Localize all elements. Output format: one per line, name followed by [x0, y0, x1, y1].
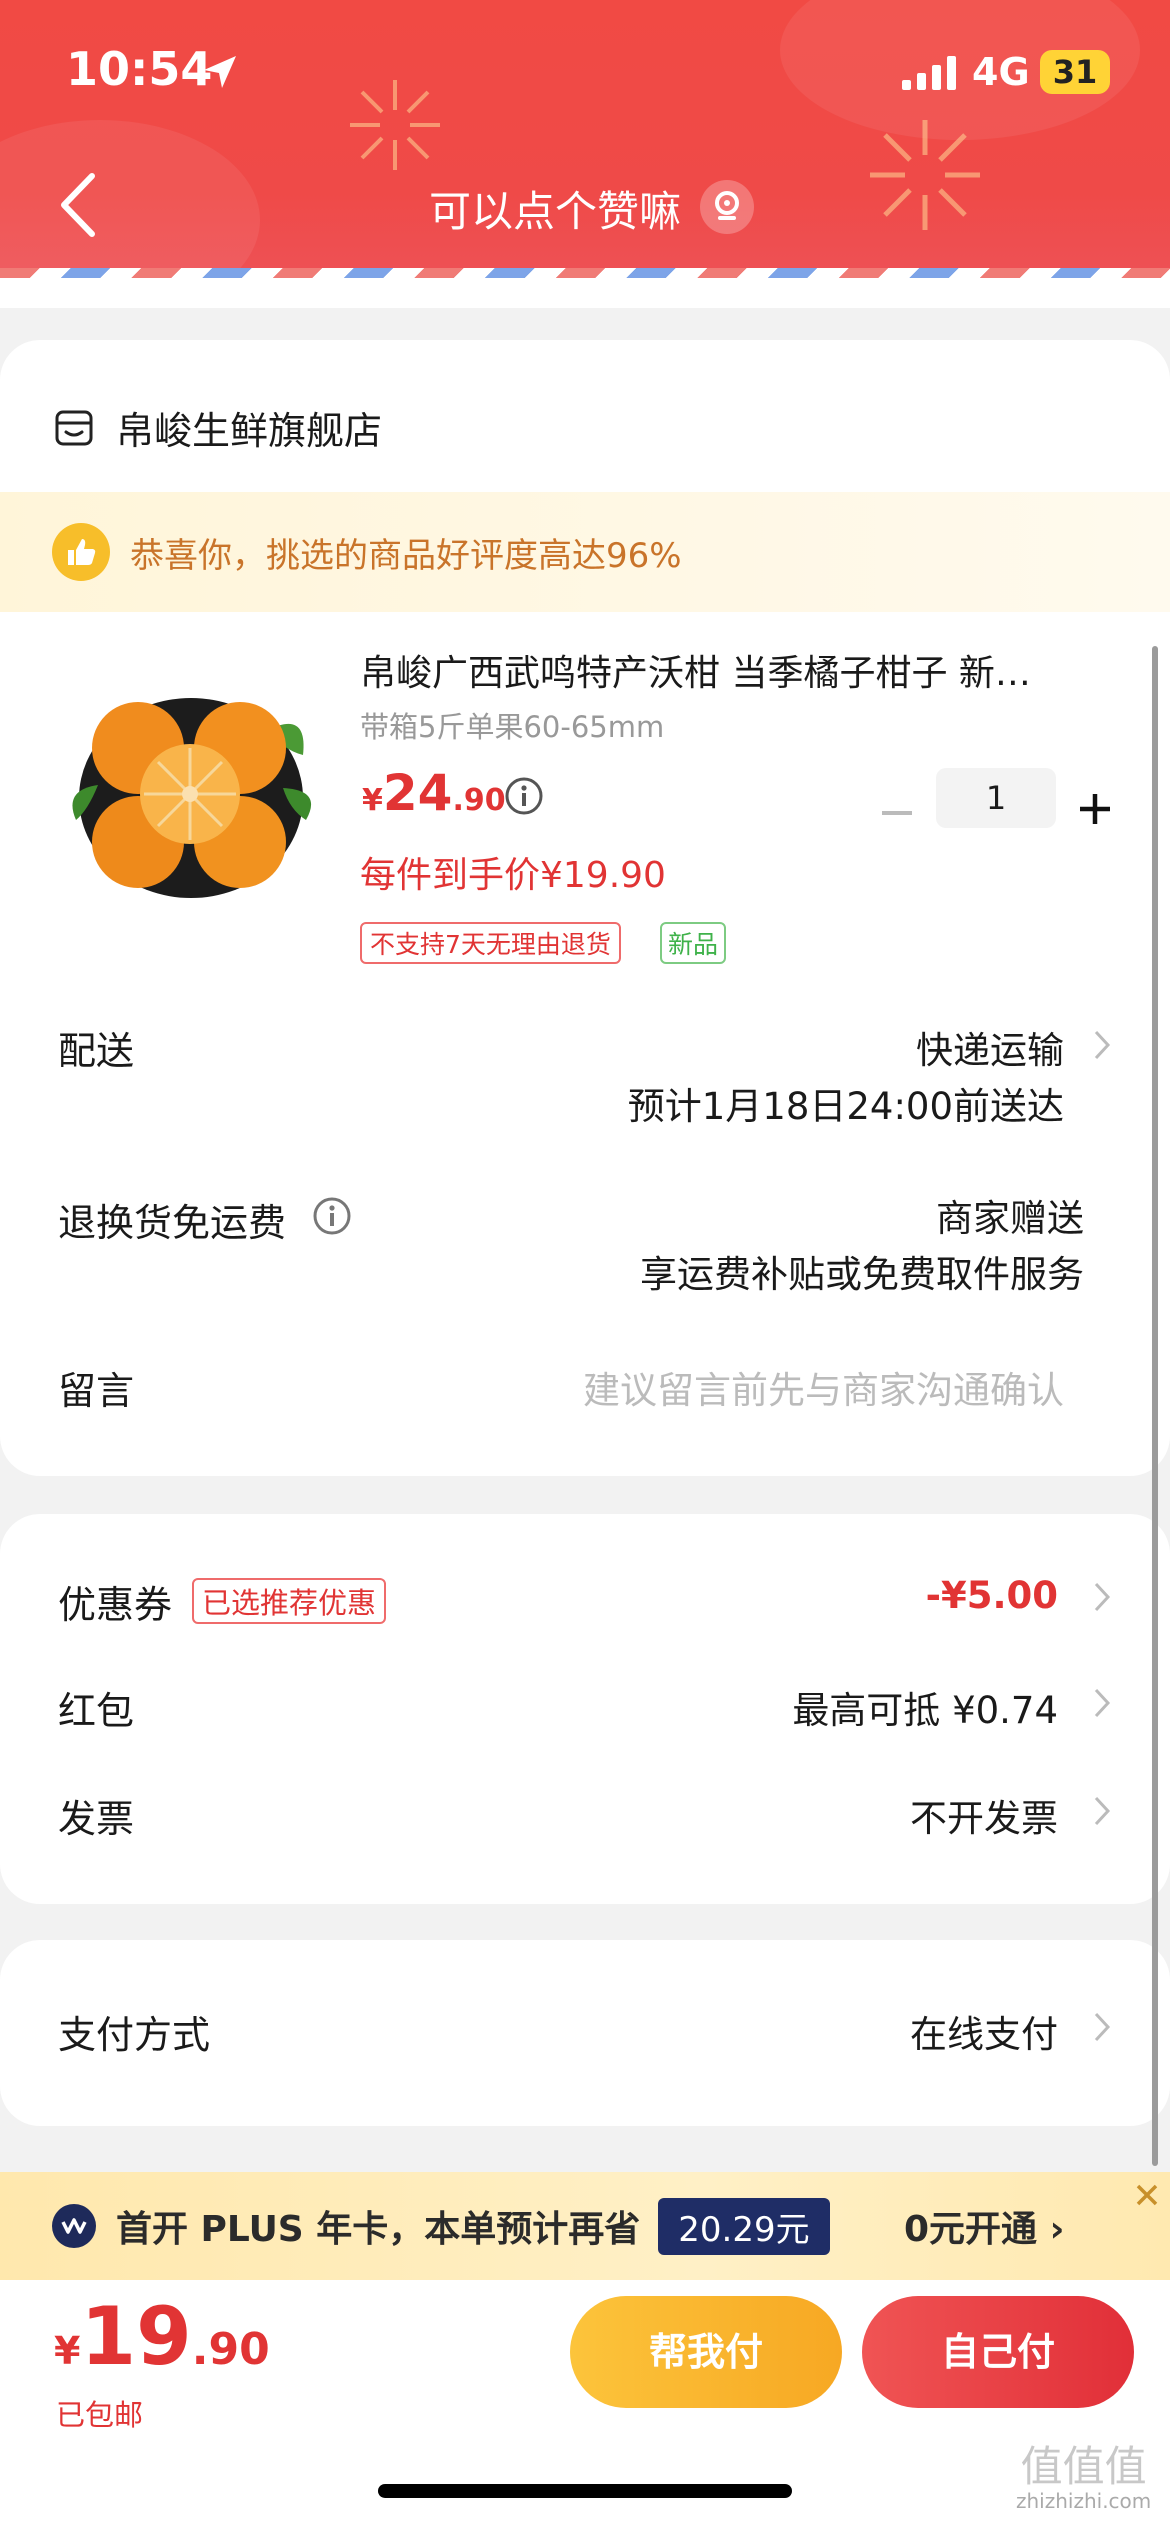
message-input[interactable]: 建议留言前先与商家沟通确认 — [583, 1360, 1064, 1414]
home-indicator[interactable] — [378, 2484, 792, 2498]
location-pin-icon[interactable] — [700, 180, 754, 234]
coupon-label: 优惠券 — [58, 1583, 173, 1627]
shop-row[interactable]: 帛峻生鲜旗舰店 — [54, 400, 382, 455]
shop-icon — [55, 410, 93, 445]
product-image[interactable] — [68, 670, 314, 916]
price-decimal: .90 — [452, 783, 506, 818]
return-fee-value: 商家赠送 — [936, 1197, 1084, 1240]
discount-card: 优惠券 已选推荐优惠 -¥5.00 红包 最高可抵 ¥0.74 发票 不开发票 — [0, 1514, 1170, 1904]
invoice-value[interactable]: 不开发票 — [910, 1788, 1058, 1842]
watermark-logo: 值值值 — [1020, 2442, 1147, 2491]
decrease-quantity-button[interactable] — [880, 796, 914, 830]
thumbs-up-icon — [52, 523, 110, 581]
payment-value[interactable]: 在线支付 — [910, 2004, 1058, 2058]
product-spec[interactable]: 带箱5斤单果60-65mm — [360, 704, 664, 746]
airmail-stripe — [0, 268, 1170, 308]
praise-text: 恭喜你，挑选的商品好评度高达96% — [130, 535, 682, 576]
praise-banner: 恭喜你，挑选的商品好评度高达96% — [0, 492, 1170, 612]
battery-indicator: 31 — [1040, 50, 1110, 94]
plus-logo-icon — [52, 2204, 96, 2248]
total-integer: 19 — [80, 2290, 192, 2383]
status-time: 10:54 — [66, 42, 213, 96]
payment-card: 支付方式 在线支付 — [0, 1940, 1170, 2126]
invoice-label: 发票 — [58, 1797, 135, 1841]
header: 10:54 4G 31 可以点个赞嘛 — [0, 0, 1170, 275]
delivery-eta: 预计1月18日24:00前送达 — [627, 1085, 1064, 1128]
increase-quantity-button[interactable] — [1078, 792, 1112, 826]
message-label: 留言 — [58, 1369, 135, 1413]
delivery-label: 配送 — [58, 1029, 135, 1073]
chevron-right-icon[interactable] — [1092, 2010, 1112, 2044]
chevron-right-icon[interactable] — [1092, 1686, 1112, 1720]
page-title: 可以点个赞嘛 — [428, 187, 681, 236]
help-pay-button[interactable]: 帮我付 — [570, 2296, 842, 2408]
total-symbol: ¥ — [54, 2329, 81, 2373]
plus-banner[interactable]: 首开 PLUS 年卡，本单预计再省 20.29元 0元开通 › — [0, 2172, 1170, 2280]
chevron-right-icon[interactable] — [1092, 1028, 1112, 1062]
chevron-right-icon[interactable] — [1092, 1794, 1112, 1828]
plus-text: 首开 PLUS 年卡，本单预计再省 — [116, 2209, 641, 2250]
watermark-url: zhizhizhi.com — [1016, 2489, 1152, 2514]
shipping-note: 已包邮 — [56, 2398, 144, 2432]
info-icon[interactable] — [312, 1196, 352, 1236]
red-packet-label: 红包 — [58, 1689, 135, 1733]
deal-price: 每件到手价¥19.90 — [360, 855, 666, 896]
red-packet-value[interactable]: 最高可抵 ¥0.74 — [792, 1680, 1058, 1734]
return-fee-label: 退换货免运费 — [58, 1201, 287, 1245]
plus-savings: 20.29元 — [658, 2197, 830, 2255]
return-fee-service: 享运费补贴或免费取件服务 — [640, 1253, 1084, 1296]
info-icon[interactable] — [504, 776, 544, 816]
delivery-method[interactable]: 快递运输 — [916, 1020, 1064, 1074]
watermark: 值值值 zhizhizhi.com — [1016, 2442, 1152, 2514]
close-icon[interactable] — [1134, 2182, 1160, 2208]
stripe-band — [0, 268, 1170, 278]
status-bar: 10:54 4G 31 — [0, 0, 1170, 150]
coupon-value[interactable]: -¥5.00 — [926, 1574, 1058, 1617]
payment-label: 支付方式 — [58, 2013, 211, 2057]
self-pay-button[interactable]: 自己付 — [862, 2296, 1134, 2408]
shop-name: 帛峻生鲜旗舰店 — [116, 409, 383, 453]
new-product-tag: 新品 — [660, 922, 727, 964]
coupon-tag: 已选推荐优惠 — [192, 1578, 387, 1624]
price-symbol: ¥ — [362, 783, 383, 818]
location-arrow-icon — [204, 56, 236, 88]
product-name[interactable]: 帛峻广西武鸣特产沃柑 当季橘子柑子 新… — [360, 644, 1100, 696]
signal-icon — [902, 56, 956, 90]
network-type: 4G — [972, 50, 1030, 94]
total-price: ¥19.90 — [54, 2290, 270, 2383]
chevron-right-icon[interactable] — [1092, 1580, 1112, 1614]
quantity-field[interactable]: 1 — [936, 768, 1056, 828]
plus-open-link[interactable]: 0元开通 › — [904, 2200, 1064, 2252]
order-card: 帛峻生鲜旗舰店 恭喜你，挑选的商品好评度高达96% 帛峻广西武鸣特产沃柑 当季橘… — [0, 340, 1170, 1476]
product-price: ¥24.90 — [362, 764, 506, 822]
scrollbar[interactable] — [1152, 646, 1158, 2166]
price-integer: 24 — [382, 764, 453, 822]
total-decimal: .90 — [191, 2324, 270, 2375]
no-return-tag: 不支持7天无理由退货 — [360, 922, 621, 964]
